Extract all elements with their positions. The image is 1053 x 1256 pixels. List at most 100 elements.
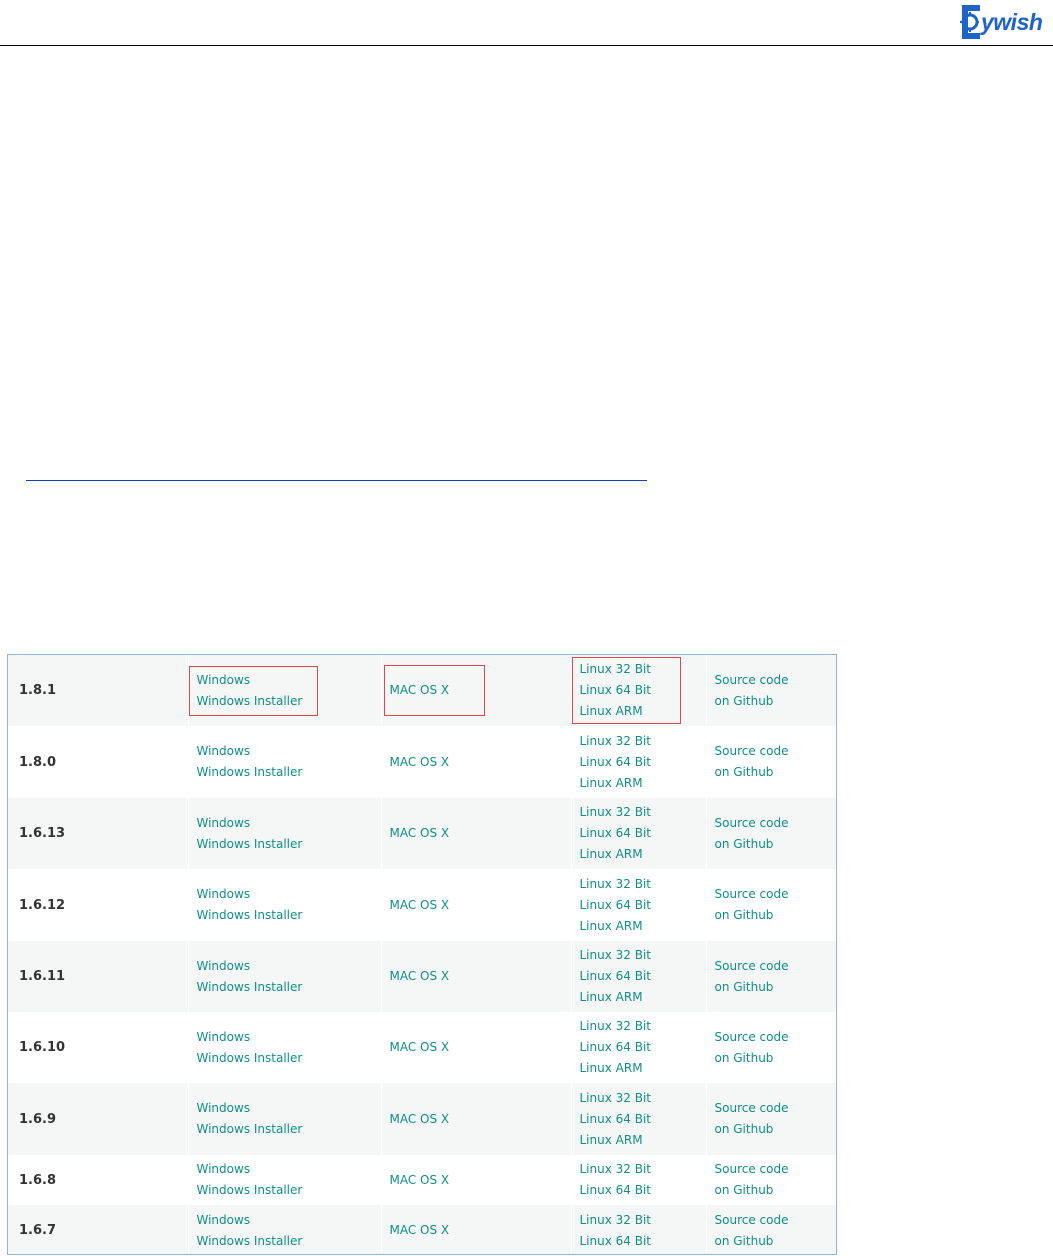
source-code-link[interactable]: Source code <box>715 884 789 905</box>
version-cell: 1.6.12 <box>8 869 189 941</box>
header-divider <box>0 45 1053 46</box>
table-row: 1.6.12 Windows Windows Installer MAC OS X Li… <box>8 869 836 941</box>
mac-cell: MAC OS X <box>381 1205 572 1254</box>
table-row: 1.6.11 Windows Windows Installer MAC OS X Li… <box>8 941 836 1012</box>
windows-installer-link[interactable]: Windows Installer <box>197 1180 303 1201</box>
mac-os-x-link[interactable]: MAC OS X <box>390 1109 450 1130</box>
version-cell: 1.6.7 <box>8 1205 189 1254</box>
github-link[interactable]: on Github <box>715 834 789 855</box>
github-link[interactable]: on Github <box>715 1119 789 1140</box>
source-code-link[interactable]: Source code <box>715 813 789 834</box>
windows-cell: Windows Windows Installer <box>188 798 382 869</box>
source-code-link[interactable]: Source code <box>715 1210 789 1231</box>
windows-installer-link[interactable]: Windows Installer <box>197 977 303 998</box>
windows-installer-link[interactable]: Windows Installer <box>197 1119 303 1140</box>
windows-link[interactable]: Windows <box>197 813 303 834</box>
source-code-link[interactable]: Source code <box>715 1098 789 1119</box>
linux-64-bit-link[interactable]: Linux 64 Bit <box>580 1231 652 1252</box>
github-link[interactable]: on Github <box>715 1180 789 1201</box>
windows-cell: Windows Windows Installer <box>188 1205 382 1254</box>
windows-cell: Windows Windows Installer <box>188 726 382 798</box>
windows-cell: Windows Windows Installer <box>188 1155 382 1205</box>
linux-32-bit-link[interactable]: Linux 32 Bit <box>580 1016 652 1037</box>
mac-cell: MAC OS X <box>381 726 572 798</box>
windows-link[interactable]: Windows <box>197 884 303 905</box>
linux-32-bit-link[interactable]: Linux 32 Bit <box>580 1210 652 1231</box>
windows-installer-link[interactable]: Windows Installer <box>197 762 303 783</box>
linux-32-bit-link[interactable]: Linux 32 Bit <box>580 874 652 895</box>
github-link[interactable]: on Github <box>715 762 789 783</box>
linux-64-bit-link[interactable]: Linux 64 Bit <box>580 1037 652 1058</box>
source-code-link[interactable]: Source code <box>715 1027 789 1048</box>
windows-link[interactable]: Windows <box>197 956 303 977</box>
table-row: 1.6.13 Windows Windows Installer MAC OS X Li… <box>8 798 836 869</box>
source-code-link[interactable]: Source code <box>715 956 789 977</box>
linux-cell: Linux 32 Bit Linux 64 Bit Linux ARM <box>571 1083 707 1155</box>
mac-os-x-link[interactable]: MAC OS X <box>390 1220 450 1241</box>
windows-installer-link[interactable]: Windows Installer <box>197 1048 303 1069</box>
mac-os-x-link[interactable]: MAC OS X <box>390 895 450 916</box>
mac-os-x-link[interactable]: MAC OS X <box>390 1037 450 1058</box>
table-row: 1.6.8 Windows Windows Installer MAC OS X Lin… <box>8 1155 836 1205</box>
linux-arm-link[interactable]: Linux ARM <box>580 1058 652 1079</box>
windows-installer-link[interactable]: Windows Installer <box>197 905 303 926</box>
linux-arm-link[interactable]: Linux ARM <box>580 844 652 865</box>
version-cell: 1.8.1 <box>8 655 189 726</box>
linux-32-bit-link[interactable]: Linux 32 Bit <box>580 731 652 752</box>
version-cell: 1.6.8 <box>8 1155 189 1205</box>
linux-cell: Linux 32 Bit Linux 64 Bit Linux ARM <box>571 798 707 869</box>
linux-64-bit-link[interactable]: Linux 64 Bit <box>580 895 652 916</box>
windows-link[interactable]: Windows <box>197 741 303 762</box>
github-link[interactable]: on Github <box>715 905 789 926</box>
linux-32-bit-link[interactable]: Linux 32 Bit <box>580 802 652 823</box>
version-cell: 1.6.10 <box>8 1012 189 1083</box>
mac-os-x-link[interactable]: MAC OS X <box>390 823 450 844</box>
source-code-link[interactable]: Source code <box>715 1159 789 1180</box>
mac-os-x-link[interactable]: MAC OS X <box>390 1170 450 1191</box>
version-cell: 1.6.13 <box>8 798 189 869</box>
github-link[interactable]: on Github <box>715 1048 789 1069</box>
source-cell: Source code on Github <box>706 726 836 798</box>
source-cell: Source code on Github <box>706 1155 836 1205</box>
logo-text: ywish <box>981 8 1043 35</box>
linux-32-bit-link[interactable]: Linux 32 Bit <box>580 1159 652 1180</box>
table-row: 1.6.9 Windows Windows Installer MAC OS X Lin… <box>8 1083 836 1155</box>
mac-os-x-link[interactable]: MAC OS X <box>390 966 450 987</box>
linux-cell: Linux 32 Bit Linux 64 Bit Linux ARM <box>571 941 707 1012</box>
windows-link[interactable]: Windows <box>197 1098 303 1119</box>
mac-os-x-link[interactable]: MAC OS X <box>390 752 450 773</box>
linux-arm-link[interactable]: Linux ARM <box>580 987 652 1008</box>
source-code-link[interactable]: Source code <box>715 741 789 762</box>
windows-link[interactable]: Windows <box>197 1210 303 1231</box>
source-cell: Source code on Github <box>706 1083 836 1155</box>
linux-cell: Linux 32 Bit Linux 64 Bit Linux ARM <box>571 869 707 941</box>
linux-arm-link[interactable]: Linux ARM <box>580 773 652 794</box>
linux-64-bit-link[interactable]: Linux 64 Bit <box>580 1180 652 1201</box>
windows-link[interactable]: Windows <box>197 1027 303 1048</box>
source-cell: Source code on Github <box>706 655 836 726</box>
source-cell: Source code on Github <box>706 798 836 869</box>
linux-64-bit-link[interactable]: Linux 64 Bit <box>580 823 652 844</box>
source-code-link[interactable]: Source code <box>715 670 789 691</box>
windows-installer-link[interactable]: Windows Installer <box>197 834 303 855</box>
linux-32-bit-link[interactable]: Linux 32 Bit <box>580 1088 652 1109</box>
github-link[interactable]: on Github <box>715 977 789 998</box>
github-link[interactable]: on Github <box>715 1231 789 1252</box>
github-link[interactable]: on Github <box>715 691 789 712</box>
hyperlink-underline[interactable] <box>26 480 647 481</box>
windows-cell: Windows Windows Installer <box>188 1083 382 1155</box>
linux-arm-link[interactable]: Linux ARM <box>580 1130 652 1151</box>
linux-arm-link[interactable]: Linux ARM <box>580 916 652 937</box>
mac-highlight-box <box>383 665 486 716</box>
linux-32-bit-link[interactable]: Linux 32 Bit <box>580 945 652 966</box>
windows-installer-link[interactable]: Windows Installer <box>197 1231 303 1252</box>
mac-cell: MAC OS X <box>381 655 572 726</box>
linux-64-bit-link[interactable]: Linux 64 Bit <box>580 966 652 987</box>
version-cell: 1.8.0 <box>8 726 189 798</box>
linux-cell: Linux 32 Bit Linux 64 Bit Linux ARM <box>571 726 707 798</box>
mac-cell: MAC OS X <box>381 798 572 869</box>
linux-highlight-box <box>571 657 682 724</box>
windows-link[interactable]: Windows <box>197 1159 303 1180</box>
linux-64-bit-link[interactable]: Linux 64 Bit <box>580 1109 652 1130</box>
linux-64-bit-link[interactable]: Linux 64 Bit <box>580 752 652 773</box>
